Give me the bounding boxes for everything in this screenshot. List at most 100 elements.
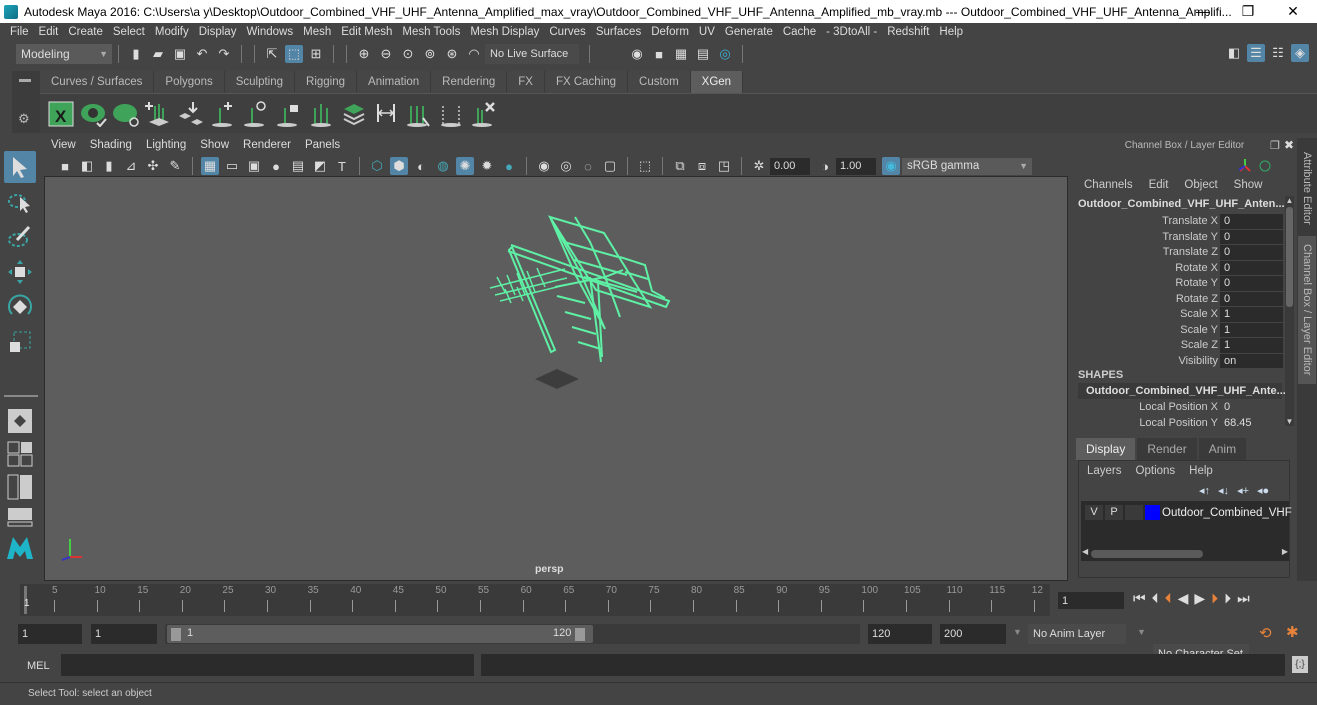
restore-button[interactable]: ❐ (1225, 0, 1271, 23)
viewport-menu-view[interactable]: View (51, 139, 76, 155)
redo-icon[interactable]: ↷ (215, 45, 233, 63)
menu-select[interactable]: Select (113, 26, 145, 38)
wireframe-on-shaded-icon[interactable]: ◐ (412, 157, 430, 175)
layer-tab-anim[interactable]: Anim (1198, 438, 1247, 460)
hypershade-icon[interactable]: ◎ (716, 45, 734, 63)
menu-file[interactable]: File (10, 26, 29, 38)
camera-icon[interactable]: ■ (56, 157, 74, 175)
use-all-lights-icon[interactable]: ✺ (456, 157, 474, 175)
channel-value[interactable]: 0 (1220, 276, 1283, 291)
add-guide-icon[interactable] (209, 99, 239, 129)
float-panel-icon[interactable]: ❐ (1270, 139, 1280, 152)
step-back-frame-icon[interactable]: ⏴ (1152, 590, 1159, 607)
anti-aliasing-icon[interactable]: ◎ (557, 157, 575, 175)
layer-menu-help[interactable]: Help (1189, 465, 1213, 477)
render-frame-icon[interactable]: ■ (650, 45, 668, 63)
smooth-shade-icon[interactable]: ⬢ (390, 157, 408, 175)
menu-redshift[interactable]: Redshift (887, 26, 929, 38)
grid-icon[interactable]: ▦ (201, 157, 219, 175)
paint-select-tool-icon[interactable] (4, 221, 36, 253)
range-slider[interactable]: 1 120 (165, 624, 860, 644)
isolate-select-icon[interactable]: ▢ (601, 157, 619, 175)
menu-mesh-tools[interactable]: Mesh Tools (402, 26, 460, 38)
channel-value[interactable]: 1 (1220, 338, 1283, 353)
shelf-tab-animation[interactable]: Animation (357, 71, 432, 93)
play-backwards-icon[interactable]: ◀ (1178, 590, 1189, 607)
new-scene-icon[interactable]: ▮ (127, 45, 145, 63)
channel-value[interactable]: 0 (1220, 400, 1283, 415)
new-layer-selected-icon[interactable]: ◂● (1257, 484, 1269, 497)
viewport-menu-lighting[interactable]: Lighting (146, 139, 186, 155)
layer-horizontal-scrollbar[interactable]: ◀ ▶ (1081, 547, 1289, 559)
wireframe-icon[interactable]: ⬡ (368, 157, 386, 175)
minimize-button[interactable]: — (1180, 0, 1226, 23)
xray-active-icon[interactable]: ⧈ (693, 157, 711, 175)
menu-mesh-display[interactable]: Mesh Display (470, 26, 539, 38)
channel-row[interactable]: Scale Y1 (1072, 322, 1297, 339)
tab-attribute-editor[interactable]: Attribute Editor (1298, 146, 1316, 230)
shape-name[interactable]: Outdoor_Combined_VHF_UHF_Ante... (1078, 383, 1286, 399)
shelf-tab-custom[interactable]: Custom (628, 71, 691, 93)
move-layer-down-icon[interactable]: ◂↓ (1218, 484, 1229, 497)
shelf-tab-curves-surfaces[interactable]: Curves / Surfaces (40, 71, 155, 93)
shelf-tab-fx-caching[interactable]: FX Caching (544, 71, 629, 93)
gamma-icon[interactable]: ◑ (816, 157, 834, 175)
guide-length-icon[interactable] (371, 99, 401, 129)
screen-space-ao-icon[interactable]: ● (500, 157, 518, 175)
layer-tab-render[interactable]: Render (1137, 438, 1197, 460)
range-end-handle[interactable] (575, 628, 585, 641)
layer-display-type-toggle[interactable] (1125, 505, 1143, 520)
select-tool-icon[interactable] (4, 151, 36, 183)
guides-to-curves-icon[interactable] (436, 99, 466, 129)
playback-end-field[interactable]: 120 (868, 624, 932, 644)
menuset-dropdown[interactable]: Modeling ▼ (16, 44, 112, 64)
tool-settings-icon[interactable]: ☷ (1269, 44, 1287, 62)
shelf-tab-rendering[interactable]: Rendering (431, 71, 508, 93)
ipr-render-icon[interactable]: ▦ (672, 45, 690, 63)
camera-attributes-icon[interactable]: ◧ (78, 157, 96, 175)
add-guides-icon[interactable] (144, 99, 174, 129)
shelf-menu-icon[interactable] (19, 79, 31, 82)
select-guides-icon[interactable] (306, 99, 336, 129)
object-name[interactable]: Outdoor_Combined_VHF_UHF_Anten... (1078, 198, 1285, 210)
film-gate-icon[interactable]: ▭ (223, 157, 241, 175)
layer-tab-display[interactable]: Display (1076, 438, 1136, 460)
layer-color-swatch[interactable] (1145, 505, 1160, 520)
channel-value[interactable]: 0 (1220, 245, 1283, 260)
select-hierarchy-icon[interactable]: ⇱ (263, 45, 281, 63)
channel-box-menu-show[interactable]: Show (1234, 179, 1263, 191)
viewport-3d-scene[interactable]: persp (44, 176, 1068, 581)
channel-value[interactable]: 0 (1220, 291, 1283, 306)
channel-box-toggle-icon[interactable]: ◈ (1291, 44, 1309, 62)
layer-menu-options[interactable]: Options (1136, 465, 1176, 477)
layer-playback-toggle[interactable]: P (1105, 505, 1123, 520)
step-forward-key-icon[interactable]: ⏵ (1211, 590, 1218, 607)
menu-surfaces[interactable]: Surfaces (596, 26, 641, 38)
delete-guides-icon[interactable] (469, 99, 499, 129)
channel-box-scrollbar[interactable]: ▲ ▼ (1285, 196, 1294, 426)
depth-of-field-icon[interactable]: ◌ (579, 157, 597, 175)
menu-curves[interactable]: Curves (549, 26, 585, 38)
current-frame-field[interactable]: 1 (1058, 592, 1124, 609)
safe-title-icon[interactable]: T (333, 157, 351, 175)
shelf-tab-sculpting[interactable]: Sculpting (224, 71, 296, 93)
menu-uv[interactable]: UV (699, 26, 715, 38)
resolution-gate-icon[interactable]: ▣ (245, 157, 263, 175)
channel-row[interactable]: Translate Y0 (1072, 229, 1297, 246)
channel-row[interactable]: Rotate Y0 (1072, 276, 1297, 292)
command-language-label[interactable]: MEL (27, 660, 50, 672)
backface-culling-icon[interactable]: ◳ (715, 157, 733, 175)
scroll-right-icon[interactable]: ▶ (1282, 547, 1288, 556)
anim-layer-dropdown[interactable]: No Anim Layer (1028, 624, 1126, 644)
menu-edit-mesh[interactable]: Edit Mesh (341, 26, 392, 38)
undo-icon[interactable]: ↶ (193, 45, 211, 63)
snap-point-icon[interactable]: ⊙ (399, 45, 417, 63)
menu-deform[interactable]: Deform (651, 26, 689, 38)
channel-row[interactable]: Rotate X0 (1072, 260, 1297, 277)
shelf-tab-xgen[interactable]: XGen (690, 71, 744, 93)
menu-edit[interactable]: Edit (39, 26, 59, 38)
clear-preview-icon[interactable] (111, 99, 141, 129)
maya-home-icon[interactable] (4, 531, 36, 563)
scroll-left-icon[interactable]: ◀ (1082, 547, 1088, 556)
lasso-tool-icon[interactable] (4, 186, 36, 218)
